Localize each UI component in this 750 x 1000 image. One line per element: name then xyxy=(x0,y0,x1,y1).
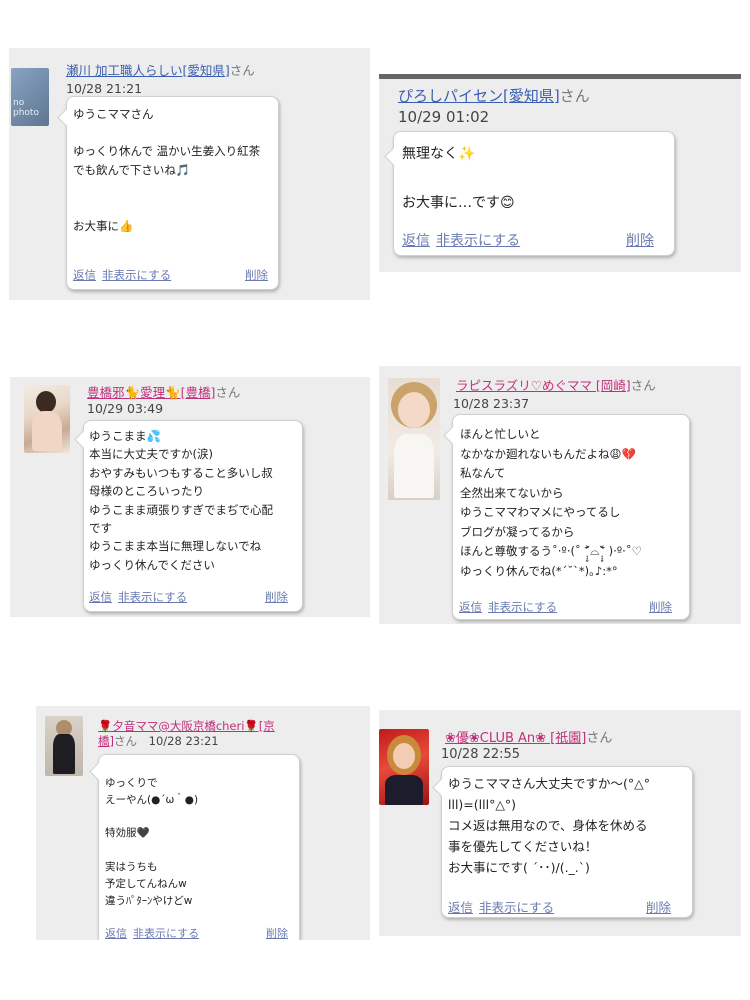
comment-actions: 返信 非表示にする 削除 xyxy=(73,267,278,283)
avatar-label: no photo xyxy=(13,98,39,118)
reply-link[interactable]: 返信 xyxy=(89,590,112,604)
commenter-link[interactable]: ぴろしパイセン[愛知県] xyxy=(398,87,560,105)
bubble-tail xyxy=(384,147,403,166)
comment-text: 無理なく✨ お大事に…です😊 xyxy=(402,146,515,211)
comment-text: ゆうこママさん大丈夫ですか〜(°△° lll)=(lll°△°) コメ返は無用な… xyxy=(448,776,650,875)
timestamp: 10/28 22:55 xyxy=(441,747,521,762)
commenter-name-line2: 橋]さん 10/28 23:21 xyxy=(98,734,219,748)
hide-link[interactable]: 非表示にする xyxy=(436,233,520,249)
timestamp: 10/29 03:49 xyxy=(87,401,164,416)
timestamp: 10/28 23:37 xyxy=(453,396,530,411)
avatar-photo xyxy=(36,391,56,413)
delete-link[interactable]: 削除 xyxy=(245,267,268,283)
comment-actions: 返信 非表示にする 削除 xyxy=(448,897,692,916)
commenter-name: ラピスラズリ♡めぐママ [岡崎]さん xyxy=(456,378,656,393)
comment-bubble: ゆうこママさん ゆっくり休んで 温かい生姜入り紅茶 でも飲んで下さいね🎵 お大事… xyxy=(57,96,279,290)
comment-card-3: 豊橋邪🐈愛理🐈[豊橋]さん 10/29 03:49 ゆうこまま💦 本当に大丈夫で… xyxy=(10,377,370,617)
commenter-link[interactable]: 🌹夕音ママ@大阪京橋cheri🌹[京 xyxy=(98,719,275,733)
comment-actions: 返信 非表示にする 削除 xyxy=(89,589,302,605)
comment-card-5: 🌹夕音ママ@大阪京橋cheri🌹[京 橋]さん 10/28 23:21 ゆっくり… xyxy=(36,706,370,940)
commenter-link[interactable]: 瀬川 加工職人らしい[愛知県] xyxy=(66,63,230,78)
comment-text: ゆうこママさん ゆっくり休んで 温かい生姜入り紅茶 でも飲んで下さいね🎵 お大事… xyxy=(73,107,261,233)
comment-text: ほんと忙しいと なかなか廻れないもんだよね😩💔 私なんて 全然出来てないから ゆ… xyxy=(460,427,642,578)
commenter-name: 豊橋邪🐈愛理🐈[豊橋]さん xyxy=(87,385,241,400)
avatar-photo xyxy=(398,392,430,428)
timestamp: 10/28 21:21 xyxy=(66,81,143,96)
avatar-photo xyxy=(53,734,75,774)
comment-card-6: ❀優❀CLUB An❀ [祇園]さん 10/28 22:55 ゆうこママさん大丈… xyxy=(379,710,741,936)
comment-bubble: ゆっくりで えーやん(●´ω｀●) 特効服🖤 実はうちも 予定してんねんw 違う… xyxy=(89,754,300,940)
commenter-link[interactable]: ラピスラズリ♡めぐママ [岡崎] xyxy=(456,378,631,393)
comment-bubble: ほんと忙しいと なかなか廻れないもんだよね😩💔 私なんて 全然出来てないから ゆ… xyxy=(443,414,690,620)
avatar[interactable] xyxy=(24,385,70,453)
comment-card-4: ラピスラズリ♡めぐママ [岡崎]さん 10/28 23:37 ほんと忙しいと な… xyxy=(379,366,741,624)
avatar[interactable]: no photo xyxy=(11,68,49,126)
bubble-tail xyxy=(443,426,462,445)
comment-actions: 返信 非表示にする 削除 xyxy=(105,925,299,940)
reply-link[interactable]: 返信 xyxy=(73,268,96,282)
comment-actions: 返信 非表示にする 削除 xyxy=(459,599,689,615)
hide-link[interactable]: 非表示にする xyxy=(133,927,199,940)
reply-link[interactable]: 返信 xyxy=(105,927,127,940)
comment-bubble: ゆうこまま💦 本当に大丈夫ですか(涙) おやすみもいつもすること多いし叔 母様の… xyxy=(74,420,303,612)
avatar[interactable] xyxy=(45,716,83,776)
delete-link[interactable]: 削除 xyxy=(265,589,288,605)
delete-link[interactable]: 削除 xyxy=(626,230,654,250)
reply-link[interactable]: 返信 xyxy=(448,900,473,915)
reply-link[interactable]: 返信 xyxy=(402,233,430,249)
divider xyxy=(379,74,741,79)
avatar-photo-body xyxy=(385,775,423,805)
commenter-name: 瀬川 加工職人らしい[愛知県]さん xyxy=(66,63,255,78)
commenter-link-cont[interactable]: 橋] xyxy=(98,734,114,748)
timestamp: 10/29 01:02 xyxy=(398,108,490,126)
comment-text: ゆうこまま💦 本当に大丈夫ですか(涙) おやすみもいつもすること多いし叔 母様の… xyxy=(89,429,273,572)
hide-link[interactable]: 非表示にする xyxy=(488,600,557,614)
commenter-name: ❀優❀CLUB An❀ [祇園]さん xyxy=(445,731,613,746)
hide-link[interactable]: 非表示にする xyxy=(118,590,187,604)
avatar-photo xyxy=(393,743,415,769)
hide-link[interactable]: 非表示にする xyxy=(102,268,171,282)
comment-bubble: 無理なく✨ お大事に…です😊 返信 非表示にする 削除 xyxy=(384,131,675,256)
reply-link[interactable]: 返信 xyxy=(459,600,482,614)
avatar-photo-body xyxy=(32,411,62,451)
comment-card-1: no photo 瀬川 加工職人らしい[愛知県]さん 10/28 21:21 ゆ… xyxy=(9,48,370,300)
timestamp: 10/28 23:21 xyxy=(148,734,219,748)
comment-text: ゆっくりで えーやん(●´ω｀●) 特効服🖤 実はうちも 予定してんねんw 違う… xyxy=(105,777,199,907)
commenter-name: ぴろしパイセン[愛知県]さん xyxy=(398,87,590,105)
delete-link[interactable]: 削除 xyxy=(266,925,288,940)
avatar[interactable] xyxy=(388,378,440,500)
commenter-name: 🌹夕音ママ@大阪京橋cheri🌹[京 xyxy=(98,719,275,734)
avatar[interactable] xyxy=(379,729,429,805)
comment-card-2: ぴろしパイセン[愛知県]さん 10/29 01:02 無理なく✨ お大事に…です… xyxy=(379,74,741,272)
avatar-photo-body xyxy=(394,434,434,498)
comment-bubble: ゆうこママさん大丈夫ですか〜(°△° lll)=(lll°△°) コメ返は無用な… xyxy=(432,766,693,918)
commenter-link[interactable]: 豊橋邪🐈愛理🐈[豊橋] xyxy=(87,385,215,400)
hide-link[interactable]: 非表示にする xyxy=(479,900,554,915)
commenter-link[interactable]: ❀優❀CLUB An❀ [祇園] xyxy=(445,731,586,746)
comment-actions: 返信 非表示にする 削除 xyxy=(402,230,674,250)
delete-link[interactable]: 削除 xyxy=(649,599,672,615)
delete-link[interactable]: 削除 xyxy=(646,897,671,916)
